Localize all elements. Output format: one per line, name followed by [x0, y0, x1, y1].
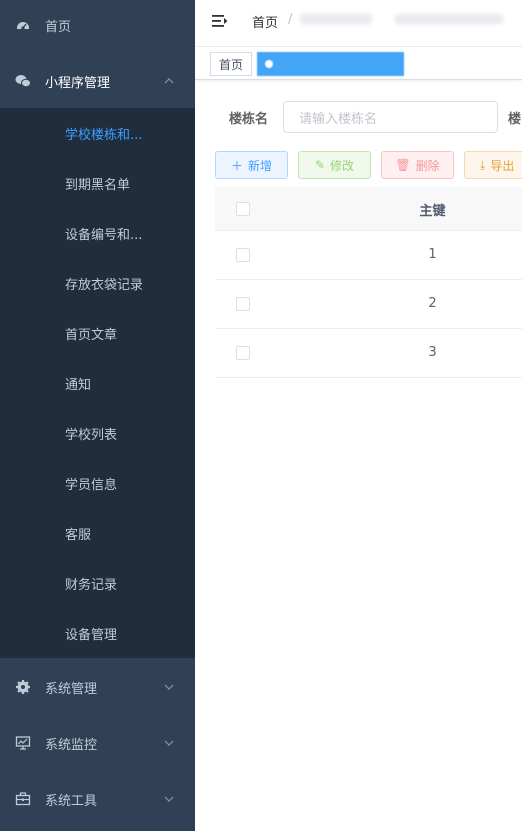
submenu-item-device-number[interactable]: 设备编号和...	[0, 208, 195, 258]
export-label: 导出	[490, 158, 515, 173]
row-checkbox[interactable]	[236, 297, 250, 311]
tag-dot	[265, 60, 273, 68]
add-label: 新增	[248, 158, 273, 173]
wechat-icon	[15, 73, 31, 89]
submenu-item-service[interactable]: 客服	[0, 508, 195, 558]
hamburger-icon[interactable]	[211, 12, 229, 30]
submenu-item-notice[interactable]: 通知	[0, 358, 195, 408]
edit-icon: ✎	[314, 158, 326, 172]
delete-button[interactable]: 🗑 删除	[381, 151, 454, 179]
submenu-item-articles[interactable]: 首页文章	[0, 308, 195, 358]
sidebar: 首页 小程序管理 学校楼栋和... 到期黑名单 设备编号和... 存放衣袋记录 …	[0, 0, 195, 831]
sidebar-item-label: 首页	[45, 19, 72, 35]
monitor-icon	[15, 735, 31, 751]
data-table: 主键 1 2 3	[215, 187, 522, 378]
edit-label: 修改	[330, 158, 355, 173]
cell-id: 2	[428, 296, 437, 311]
trash-icon: 🗑	[395, 158, 411, 172]
sidebar-item-label: 系统监控	[45, 737, 98, 753]
sidebar-item-label: 系统工具	[45, 793, 98, 809]
sidebar-item-tools[interactable]: 系统工具	[0, 771, 195, 827]
gear-icon	[15, 679, 31, 695]
add-button[interactable]: ＋ 新增	[215, 151, 288, 179]
chevron-up-icon	[164, 78, 174, 84]
blurred-breadcrumb	[300, 14, 372, 24]
sidebar-item-system[interactable]: 系统管理	[0, 659, 195, 715]
select-all-checkbox[interactable]	[236, 202, 250, 216]
sidebar-item-label: 系统管理	[45, 681, 98, 697]
input-placeholder: 请输入楼栋名	[299, 111, 378, 127]
edit-button[interactable]: ✎ 修改	[298, 151, 371, 179]
table-row: 1	[215, 231, 522, 280]
submenu: 学校楼栋和... 到期黑名单 设备编号和... 存放衣袋记录 首页文章 通知 学…	[0, 108, 195, 658]
submenu-item-finance[interactable]: 财务记录	[0, 558, 195, 608]
main-content: 首页 / 首页 楼栋名 请输入楼栋名 楼 ＋ 新增 ✎ 修改 🗑 删除 ⤓ 导出 主键 …	[195, 0, 522, 831]
sidebar-item-label: 小程序管理	[45, 75, 111, 91]
submenu-item-blacklist[interactable]: 到期黑名单	[0, 158, 195, 208]
plus-icon: ＋	[230, 158, 243, 173]
submenu-item-bag-records[interactable]: 存放衣袋记录	[0, 258, 195, 308]
search-label-2: 楼	[508, 112, 522, 127]
search-label: 楼栋名	[229, 112, 269, 127]
building-name-input[interactable]: 请输入楼栋名	[283, 101, 498, 133]
row-checkbox[interactable]	[236, 346, 250, 360]
tag-home[interactable]: 首页	[210, 52, 253, 76]
breadcrumb-separator: /	[288, 12, 293, 27]
table-header: 主键	[215, 187, 522, 231]
submenu-item-schools[interactable]: 学校列表	[0, 408, 195, 458]
submenu-item-building[interactable]: 学校楼栋和...	[0, 108, 195, 158]
cell-id: 1	[428, 247, 437, 262]
blurred-breadcrumb	[395, 14, 503, 24]
dashboard-icon	[15, 17, 31, 33]
navbar: 首页 /	[195, 0, 522, 44]
sidebar-item-monitor[interactable]: 系统监控	[0, 715, 195, 771]
column-header-id: 主键	[419, 204, 446, 219]
chevron-down-icon	[164, 684, 174, 690]
sidebar-item-miniprogram[interactable]: 小程序管理	[0, 53, 195, 109]
sidebar-item-home[interactable]: 首页	[0, 0, 195, 53]
submenu-item-students[interactable]: 学员信息	[0, 458, 195, 508]
breadcrumb-home[interactable]: 首页	[252, 12, 278, 31]
export-button[interactable]: ⤓ 导出	[464, 151, 522, 179]
delete-label: 删除	[415, 158, 440, 173]
chevron-down-icon	[164, 796, 174, 802]
toolbox-icon	[15, 791, 31, 807]
cell-id: 3	[428, 345, 437, 360]
table-row: 3	[215, 329, 522, 378]
tags-view: 首页	[195, 46, 522, 80]
download-icon: ⤓	[480, 157, 486, 172]
submenu-item-devices[interactable]: 设备管理	[0, 608, 195, 658]
table-row: 2	[215, 280, 522, 329]
chevron-down-icon	[164, 740, 174, 746]
tag-current[interactable]	[257, 52, 404, 76]
row-checkbox[interactable]	[236, 248, 250, 262]
